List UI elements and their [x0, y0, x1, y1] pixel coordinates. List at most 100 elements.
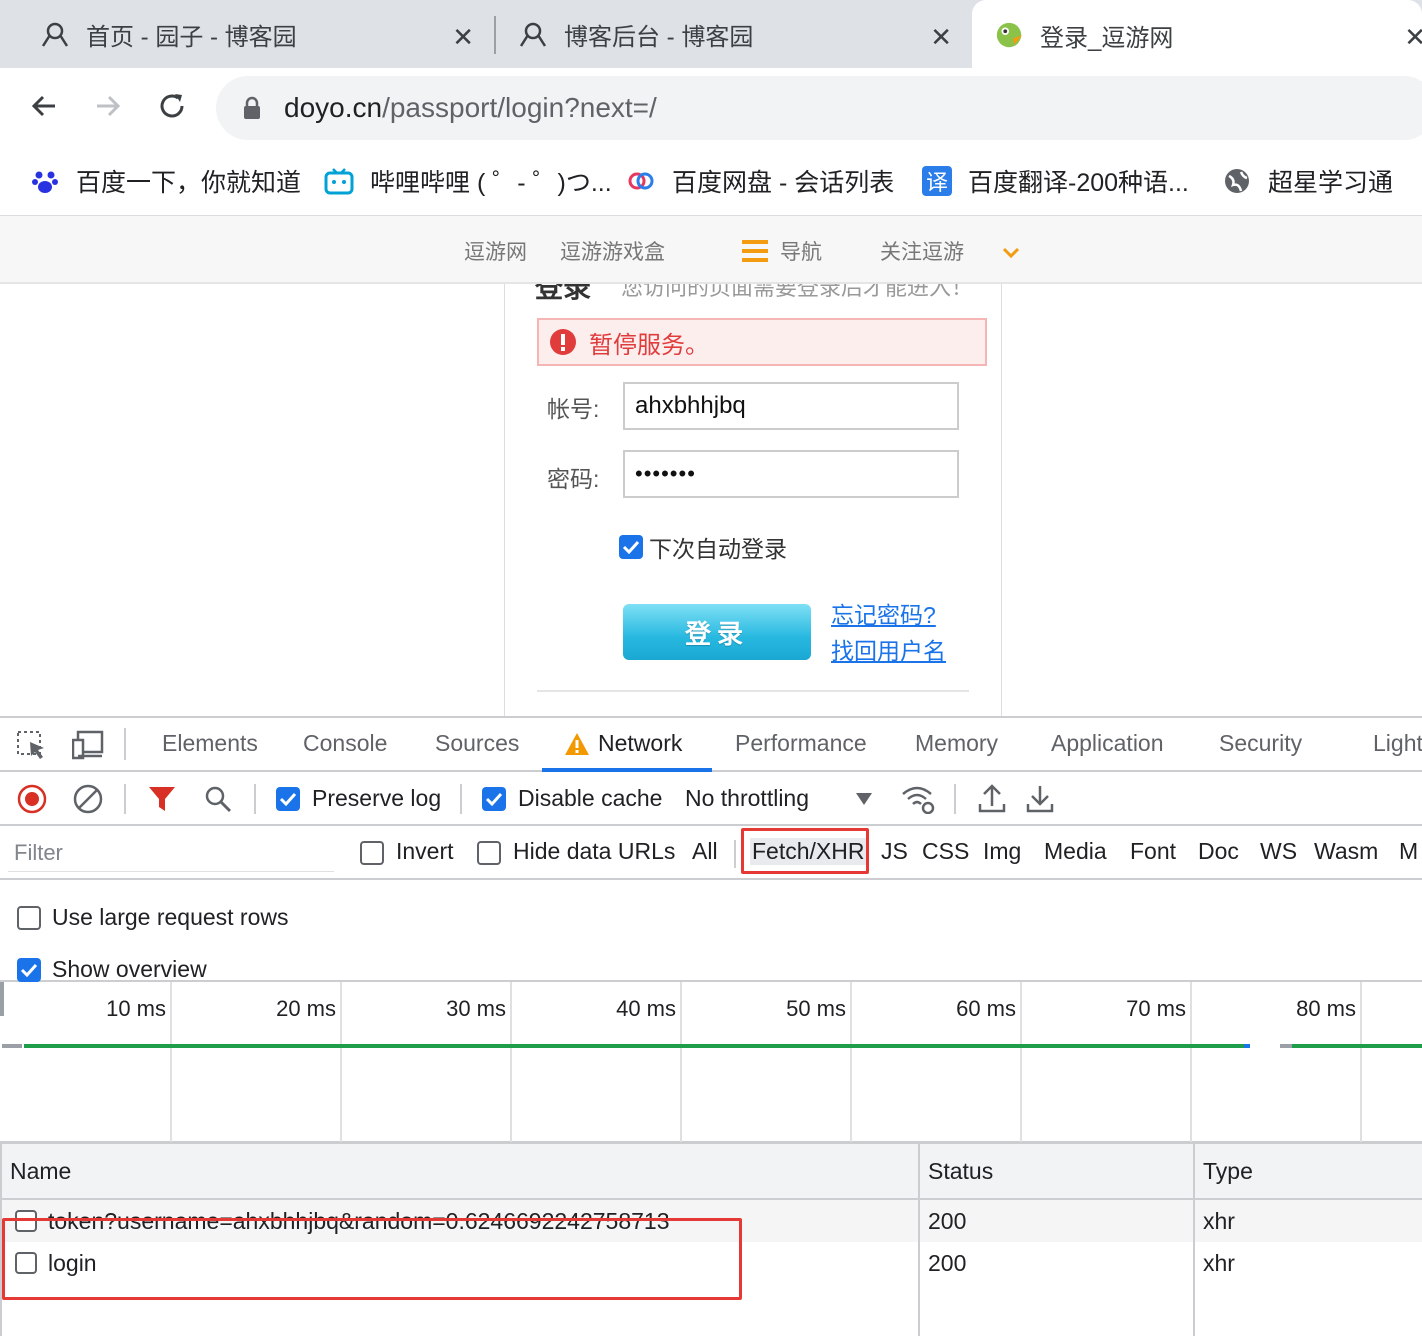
bookmark-chaoxing[interactable]: 超星学习通	[1222, 164, 1393, 198]
bookmark-bilibili[interactable]: 哔哩哔哩 ( ゜- ゜)つ...	[324, 164, 612, 198]
tick-label: 10 ms	[106, 996, 166, 1021]
type-filter-css[interactable]: CSS	[922, 838, 969, 865]
network-conditions-icon[interactable]	[900, 784, 936, 819]
bookmark-label: 超星学习通	[1268, 169, 1394, 197]
type-filter-doc[interactable]: Doc	[1198, 838, 1239, 865]
baidu-paw-icon	[30, 166, 60, 196]
type-filter-font[interactable]: Font	[1130, 838, 1176, 865]
disable-cache-checkbox[interactable]	[482, 787, 506, 811]
tab-divider	[494, 16, 496, 54]
devtools-tabbar: Elements Console Sources Network Perform…	[0, 718, 1422, 772]
column-name[interactable]: Name	[10, 1158, 71, 1185]
address-bar[interactable]: doyo.cn/passport/login?next=/	[216, 76, 1422, 140]
nav-follow[interactable]: 关注逗游	[880, 236, 964, 266]
tab-title: 登录_逗游网	[1040, 24, 1174, 52]
dropdown-arrow-icon[interactable]	[856, 792, 872, 810]
column-divider	[918, 1144, 920, 1336]
tab-sources[interactable]: Sources	[435, 730, 519, 757]
back-button[interactable]	[24, 86, 64, 126]
large-rows-checkbox[interactable]	[17, 906, 41, 930]
bookmark-baidu[interactable]: 百度一下，你就知道	[30, 164, 301, 198]
type-filter-all[interactable]: All	[692, 838, 718, 865]
account-input[interactable]: ahxbhhjbq	[623, 382, 959, 430]
record-stop-icon[interactable]	[17, 784, 47, 819]
error-message: 暂停服务。	[589, 331, 709, 359]
column-type[interactable]: Type	[1203, 1158, 1253, 1185]
preserve-log-checkbox[interactable]	[276, 787, 300, 811]
search-icon[interactable]	[203, 784, 233, 819]
site-nav: 逗游网 逗游游戏盒 导航 关注逗游	[0, 216, 1422, 284]
bookmark-baidu-netdisk[interactable]: 百度网盘 - 会话列表	[626, 164, 894, 198]
divider	[537, 690, 969, 692]
remember-label: 下次自动登录	[649, 536, 787, 562]
tab-memory[interactable]: Memory	[915, 730, 998, 757]
tab-application[interactable]: Application	[1051, 730, 1164, 757]
chevron-down-icon[interactable]	[1002, 244, 1020, 263]
forward-button[interactable]	[88, 86, 128, 126]
upload-icon[interactable]	[978, 782, 1006, 819]
download-icon[interactable]	[1026, 782, 1054, 819]
tab-performance[interactable]: Performance	[735, 730, 867, 757]
preserve-log-label: Preserve log	[312, 785, 442, 811]
inspect-element-icon[interactable]	[16, 730, 48, 765]
timeline-request-bar	[1292, 1044, 1422, 1048]
reload-button[interactable]	[152, 86, 192, 126]
tab-security[interactable]: Security	[1219, 730, 1302, 757]
close-icon[interactable]: ✕	[452, 22, 474, 53]
forgot-password-link[interactable]: 忘记密码?	[831, 596, 936, 630]
close-icon[interactable]: ✕	[930, 22, 952, 53]
throttling-select[interactable]: No throttling	[685, 785, 809, 812]
checkbox-checked-icon[interactable]	[619, 535, 643, 559]
find-username-link[interactable]: 找回用户名	[831, 632, 946, 666]
url-host: doyo.cn	[284, 92, 383, 123]
browser-tabstrip: 首页 - 园子 - 博客园 ✕ 博客后台 - 博客园 ✕ 登录_逗游网 ✕	[0, 0, 1422, 70]
tab-lighthouse[interactable]: Light	[1373, 730, 1422, 757]
tab-title: 首页 - 园子 - 博客园	[86, 23, 297, 51]
browser-tab-cnblogs-admin[interactable]: 博客后台 - 博客园 ✕	[518, 0, 968, 68]
show-overview-checkbox[interactable]	[17, 958, 41, 982]
timeline-request-bar	[24, 1044, 1246, 1048]
hide-data-urls-checkbox[interactable]	[477, 841, 501, 865]
tab-console[interactable]: Console	[303, 730, 387, 757]
type-filter-media[interactable]: Media	[1044, 838, 1107, 865]
type-filter-js[interactable]: JS	[881, 838, 908, 865]
filter-icon[interactable]	[148, 786, 176, 817]
doyo-icon	[994, 20, 1024, 50]
tab-elements[interactable]: Elements	[162, 730, 258, 757]
nav-guide[interactable]: 导航	[780, 236, 822, 266]
type-filter-ws[interactable]: WS	[1260, 838, 1297, 865]
login-hint: 您访问的页面需要登录后才能进入！	[621, 284, 974, 300]
type-filter-img[interactable]: Img	[983, 838, 1021, 865]
nav-doyo[interactable]: 逗游网	[464, 236, 527, 266]
device-toolbar-icon[interactable]	[71, 730, 106, 765]
login-button[interactable]: 登录	[623, 604, 811, 660]
lock-icon[interactable]	[242, 96, 262, 120]
filter-input[interactable]: Filter	[8, 834, 334, 872]
error-alert: 暂停服务。	[537, 318, 987, 366]
nav-game-box[interactable]: 逗游游戏盒	[560, 236, 665, 266]
hide-data-urls-label: Hide data URLs	[513, 838, 676, 864]
grid-line	[170, 982, 172, 1142]
arrow-left-icon	[31, 95, 55, 117]
request-table: Name Status Type token?username=ahxbhhjb…	[0, 1144, 1422, 1336]
type-filter-wasm[interactable]: Wasm	[1314, 838, 1378, 865]
request-status: 200	[928, 1208, 967, 1234]
tab-network[interactable]: Network	[598, 730, 682, 757]
page-content: 登录 您访问的页面需要登录后才能进入！ 暂停服务。 帐号: ahxbhhjbq …	[0, 284, 1422, 716]
network-toolbar: Preserve log Disable cache No throttling	[0, 772, 1422, 826]
bookmark-baidu-translate[interactable]: 译 百度翻译-200种语...	[922, 164, 1189, 198]
password-input[interactable]: •••••••	[623, 450, 959, 498]
browser-tab-doyo-login[interactable]: 登录_逗游网 ✕	[972, 0, 1422, 70]
clear-icon[interactable]	[73, 784, 103, 819]
invert-checkbox[interactable]	[360, 841, 384, 865]
browser-tab-cnblogs-home[interactable]: 首页 - 园子 - 博客园 ✕	[40, 0, 490, 68]
timeline-download-bar	[1244, 1044, 1250, 1048]
remember-login[interactable]: 下次自动登录	[619, 530, 787, 564]
type-filter-manifest[interactable]: M	[1399, 838, 1418, 865]
column-status[interactable]: Status	[928, 1158, 993, 1185]
close-icon[interactable]: ✕	[1404, 22, 1422, 53]
account-label: 帐号:	[547, 396, 600, 422]
browser-toolbar: doyo.cn/passport/login?next=/	[0, 68, 1422, 146]
network-filter-bar: Filter Invert Hide data URLs All Fetch/X…	[0, 826, 1422, 880]
globe-icon	[1222, 166, 1252, 196]
